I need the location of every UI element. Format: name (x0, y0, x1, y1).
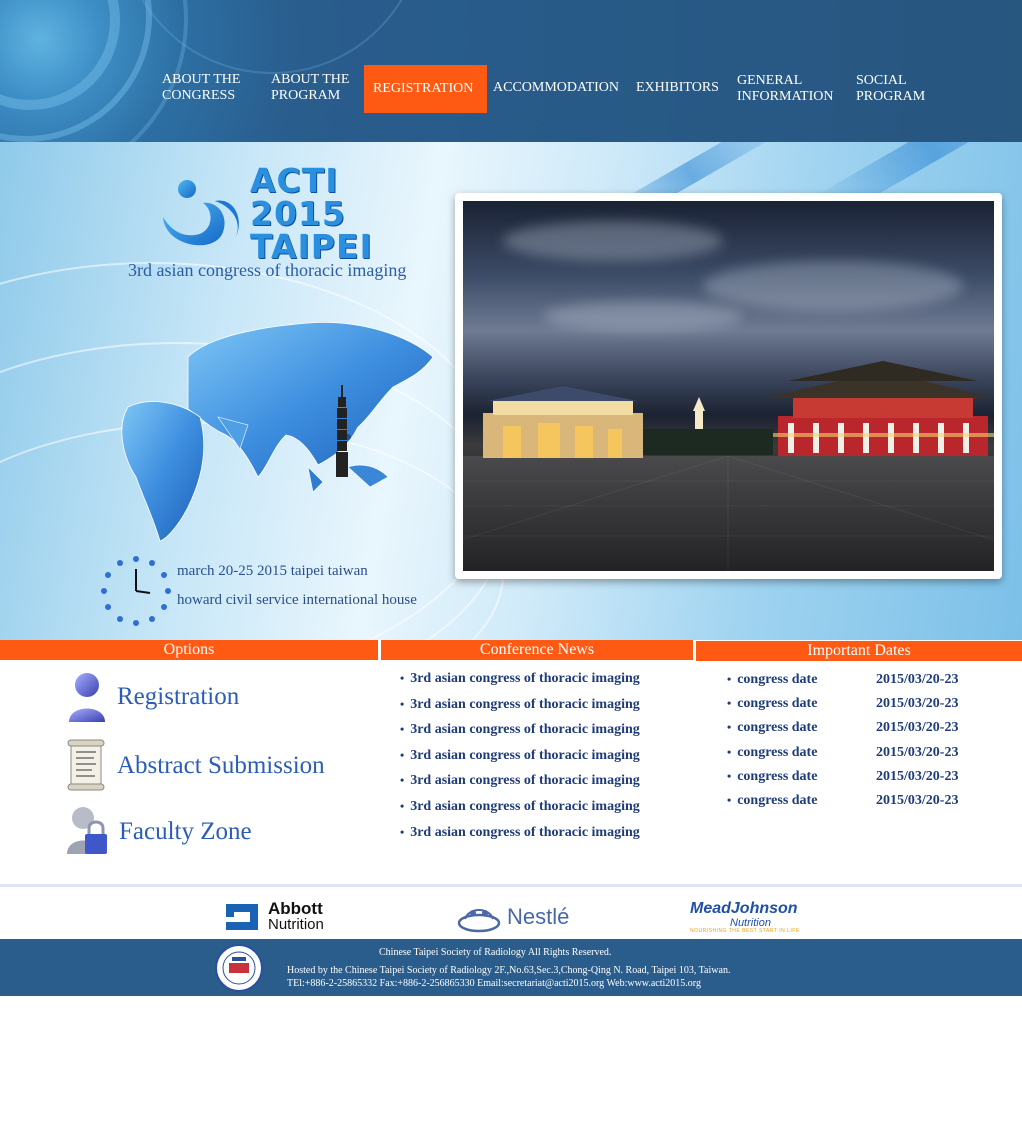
footer-rights: Chinese Taipei Society of Radiology All … (379, 947, 612, 958)
mead-johnson-subname: Nutrition (730, 917, 771, 929)
nav-accommodation[interactable]: ACCOMMODATION (493, 80, 619, 96)
news-item[interactable]: • 3rd asian congress of thoracic imaging (400, 722, 640, 738)
abbott-subname: Nutrition (268, 916, 324, 933)
option-abstract-submission-label: Abstract Submission (117, 752, 325, 779)
option-registration-label: Registration (117, 683, 240, 710)
abbott-logo-icon (226, 904, 258, 930)
nav-about-congress[interactable]: ABOUT THE CONGRESS (162, 72, 240, 104)
news-item[interactable]: • 3rd asian congress of thoracic imaging (400, 697, 640, 713)
sponsor-divider (0, 884, 1022, 887)
news-item[interactable]: • 3rd asian congress of thoracic imaging (400, 773, 640, 789)
venue-photo-frame (455, 193, 1002, 579)
event-venue: howard civil service international house (177, 592, 417, 608)
mead-johnson-name: MeadJohnson (690, 900, 798, 917)
venue-photo (463, 201, 994, 571)
sponsor-abbott[interactable]: Abbott Nutrition (222, 895, 324, 939)
top-navigation: ABOUT THE CONGRESS ABOUT THE PROGRAM REGIS… (0, 0, 1022, 142)
nav-exhibitors[interactable]: EXHIBITORS (636, 80, 719, 96)
nav-general-information[interactable]: GENERAL INFORMATION (737, 73, 833, 105)
sponsor-mead-johnson[interactable]: MeadJohnson Nutrition NOURISHING THE BES… (690, 895, 800, 939)
asia-map-illustration (121, 322, 434, 542)
event-date: march 20-25 2015 taipei taiwan (177, 563, 368, 579)
footer-hosted-by: Hosted by the Chinese Taipei Society of … (287, 965, 731, 976)
hero-banner: ACTI 2015 TAIPEI 3rd asian congress of t… (0, 142, 1022, 640)
nestle-nest-icon (457, 909, 501, 933)
footer: Chinese Taipei Society of Radiology All … (0, 939, 1022, 996)
sponsor-nestle[interactable]: Nestlé (455, 895, 569, 939)
acti-logo-icon (163, 180, 239, 246)
user-icon (69, 673, 105, 722)
important-dates-header: Important Dates (696, 641, 1022, 661)
footer-contact: TEl:+886-2-25865332 Fax:+886-2-256865330… (287, 978, 701, 989)
taipei-101-icon (336, 385, 348, 477)
conference-news-header: Conference News (381, 640, 693, 660)
option-faculty-zone-label: Faculty Zone (119, 818, 252, 845)
news-item[interactable]: • 3rd asian congress of thoracic imaging (400, 671, 640, 687)
clock-icon (101, 556, 171, 626)
mead-johnson-tagline: NOURISHING THE BEST START IN LIFE (690, 928, 800, 934)
nav-registration[interactable]: REGISTRATION (364, 65, 487, 113)
option-abstract-submission[interactable]: Abstract Submission (65, 738, 325, 794)
news-item[interactable]: • 3rd asian congress of thoracic imaging (400, 748, 640, 764)
news-item[interactable]: • 3rd asian congress of thoracic imaging (400, 825, 640, 841)
nav-about-program[interactable]: ABOUT THE PROGRAM (271, 72, 349, 104)
nestle-name: Nestlé (507, 904, 570, 929)
nav-social-program[interactable]: SOCIAL PROGRAM (856, 73, 925, 105)
options-header: Options (0, 640, 378, 660)
option-faculty-zone[interactable]: Faculty Zone (65, 804, 252, 860)
abbott-name: Abbott (268, 899, 323, 918)
document-icon (67, 739, 105, 791)
option-registration[interactable]: Registration (65, 670, 239, 724)
congress-subtitle: 3rd asian congress of thoracic imaging (128, 260, 407, 280)
news-item[interactable]: • 3rd asian congress of thoracic imaging (400, 799, 640, 815)
acti-logo-text: ACTI 2015 TAIPEI (250, 161, 373, 266)
society-seal-icon (215, 944, 263, 992)
lock-user-icon (67, 807, 107, 854)
